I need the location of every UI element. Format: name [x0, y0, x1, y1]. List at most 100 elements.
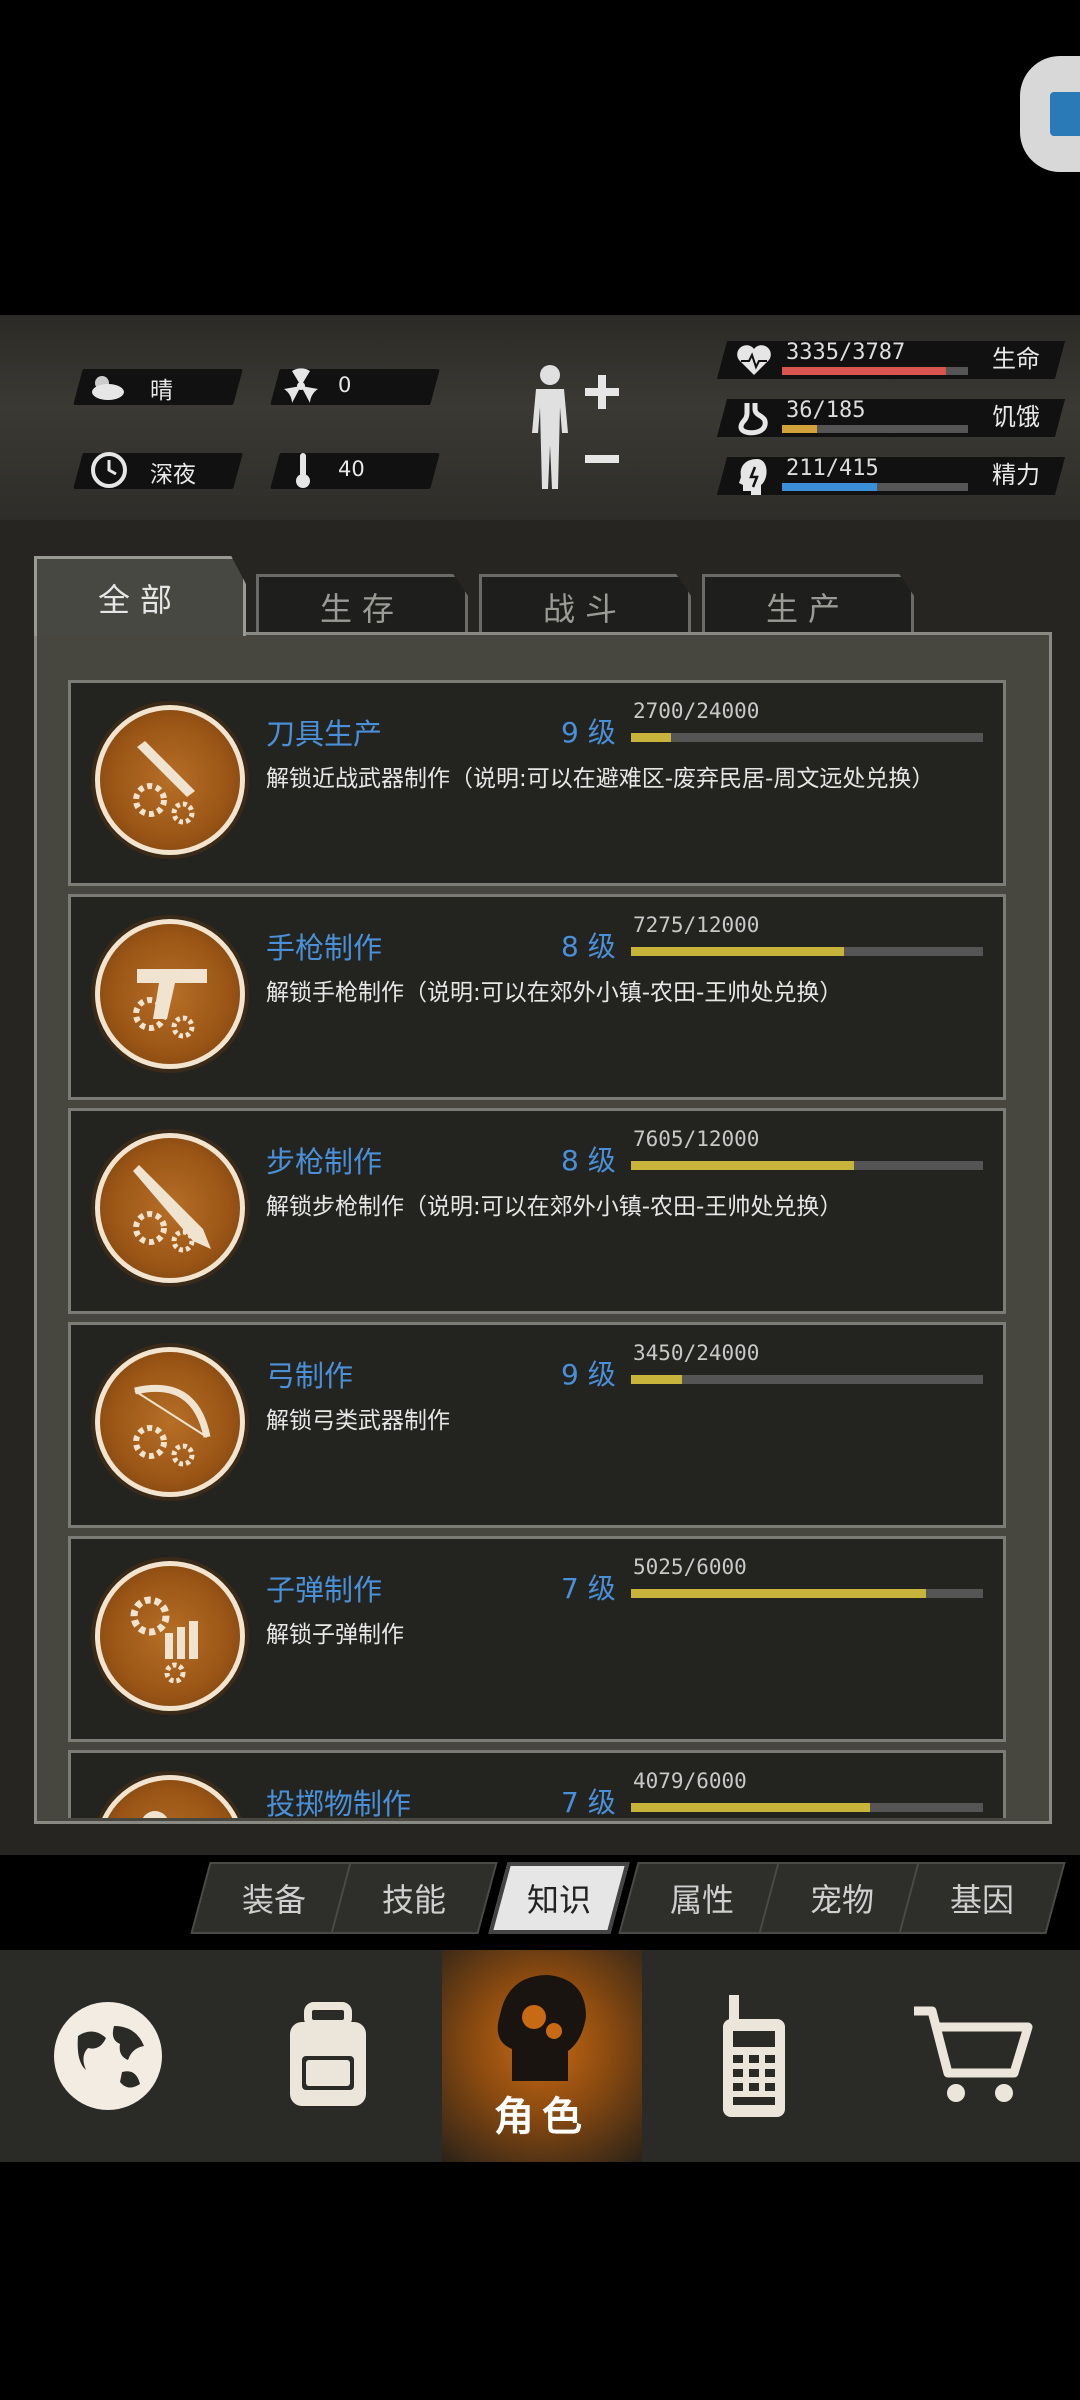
list-item[interactable]: 刀具生产 9 级 2700/24000 解锁近战武器制作（说明:可以在避难区-废… — [68, 680, 1006, 886]
skill-progress-bar — [631, 947, 983, 956]
tab-genes-label: 基因 — [949, 1881, 1014, 1919]
hunger-track — [782, 425, 968, 433]
brain-icon — [739, 459, 767, 495]
skill-level: 9 级 — [561, 716, 616, 749]
skill-progress-fill — [631, 947, 845, 956]
weather-value: 晴 — [150, 378, 173, 404]
nav-radio[interactable] — [646, 1950, 862, 2162]
nav-shop[interactable] — [866, 1950, 1080, 2162]
hunger-fill — [782, 425, 818, 433]
skill-progress-fill — [631, 733, 671, 742]
nav-character-label: 角色 — [494, 2094, 590, 2140]
tab-production[interactable]: 生产 — [702, 574, 914, 636]
skill-level: 7 级 — [561, 1572, 616, 1605]
bullet-gear-icon — [95, 1561, 245, 1711]
list-item[interactable]: 手枪制作 8 级 7275/12000 解锁手枪制作（说明:可以在郊外小镇-农田… — [68, 894, 1006, 1100]
list-item[interactable]: 步枪制作 8 级 7605/12000 解锁步枪制作（说明:可以在郊外小镇-农田… — [68, 1108, 1006, 1314]
skill-name: 刀具生产 — [266, 717, 383, 751]
heart-icon — [737, 345, 771, 375]
tab-combat[interactable]: 战斗 — [479, 574, 691, 636]
time-of-day-value: 深夜 — [150, 462, 196, 488]
skill-level: 7 级 — [561, 1786, 616, 1818]
tab-pets-label: 宠物 — [809, 1881, 874, 1919]
skill-progress-bar — [631, 1161, 983, 1170]
grenade-gear-icon — [95, 1775, 245, 1818]
skill-progress-text: 3450/24000 — [633, 1341, 760, 1365]
tab-genes[interactable]: 基因 — [898, 1862, 1066, 1934]
decrease-button[interactable] — [585, 455, 619, 463]
list-item[interactable]: 弓制作 9 级 3450/24000 解锁弓类武器制作 — [68, 1322, 1006, 1528]
list-item[interactable]: 投掷物制作 7 级 4079/6000 — [68, 1750, 1006, 1818]
increase-button[interactable] — [585, 375, 619, 409]
radiation-icon — [284, 368, 318, 403]
globe-icon — [54, 2002, 162, 2110]
energy-value: 211/415 — [786, 456, 879, 481]
skill-level: 8 级 — [561, 1144, 616, 1177]
list-item[interactable]: 子弹制作 7 级 5025/6000 解锁子弹制作 — [68, 1536, 1006, 1742]
walkie-talkie-icon — [723, 1995, 785, 2117]
skill-progress-text: 2700/24000 — [633, 699, 760, 723]
rifle-gear-icon — [95, 1133, 245, 1283]
skill-description: 解锁手枪制作（说明:可以在郊外小镇-农田-王帅处兑换） — [266, 980, 843, 1006]
health-label: 生命 — [992, 345, 1040, 373]
clock-icon — [91, 452, 127, 488]
skill-name: 弓制作 — [266, 1359, 354, 1393]
skill-progress-text: 4079/6000 — [633, 1769, 747, 1793]
tab-knowledge-label: 知识 — [526, 1881, 591, 1919]
energy-label: 精力 — [992, 461, 1040, 489]
shopping-cart-icon — [914, 2006, 1033, 2102]
body-figure-icon[interactable] — [520, 363, 580, 493]
health-track — [782, 367, 968, 375]
floating-assist-button[interactable] — [1020, 56, 1080, 172]
health-value: 3335/3787 — [786, 340, 906, 365]
skill-description: 解锁步枪制作（说明:可以在郊外小镇-农田-王帅处兑换） — [266, 1194, 843, 1220]
temperature-value: 40 — [338, 457, 365, 481]
status-header: 晴 0 深夜 40 3335/3787 生命 36/185 饥饿 211/415… — [0, 315, 1080, 520]
skill-progress-text: 5025/6000 — [633, 1555, 747, 1579]
skill-progress-bar — [631, 1803, 983, 1812]
skill-name: 手枪制作 — [266, 931, 383, 965]
skill-progress-fill — [631, 1161, 855, 1170]
radiation-value: 0 — [338, 373, 352, 397]
hunger-value: 36/185 — [786, 398, 866, 423]
bottom-navigation: 角色 — [0, 1950, 1080, 2162]
skill-name: 子弹制作 — [266, 1573, 383, 1607]
skill-progress-bar — [631, 1589, 983, 1598]
skill-progress-fill — [631, 1589, 926, 1598]
bow-gear-icon — [95, 1347, 245, 1497]
skill-level: 8 级 — [561, 930, 616, 963]
skill-progress-text: 7275/12000 — [633, 913, 760, 937]
knife-gear-icon — [95, 705, 245, 855]
stomach-icon — [738, 403, 768, 436]
skill-description: 解锁近战武器制作（说明:可以在避难区-废弃民居-周文远处兑换） — [266, 766, 935, 792]
tab-equipment-label: 装备 — [241, 1881, 306, 1919]
backpack-icon — [290, 2002, 366, 2106]
nav-map[interactable] — [0, 1950, 216, 2162]
skill-progress-bar — [631, 1375, 983, 1384]
tab-all[interactable]: 全部 — [34, 556, 246, 636]
skill-progress-fill — [631, 1803, 871, 1812]
skill-description: 解锁子弹制作 — [266, 1622, 404, 1648]
skill-progress-text: 7605/12000 — [633, 1127, 760, 1151]
skill-name: 投掷物制作 — [266, 1787, 412, 1818]
skill-list[interactable]: 刀具生产 9 级 2700/24000 解锁近战武器制作（说明:可以在避难区-废… — [68, 680, 1006, 1818]
pistol-gear-icon — [95, 919, 245, 1069]
tab-attributes-label: 属性 — [669, 1881, 734, 1919]
nav-character[interactable]: 角色 — [442, 1950, 642, 2162]
tab-skills-label: 技能 — [381, 1881, 446, 1919]
energy-track — [782, 483, 968, 491]
energy-fill — [782, 483, 877, 491]
tab-knowledge[interactable]: 知识 — [488, 1862, 630, 1934]
skill-description: 解锁弓类武器制作 — [266, 1408, 450, 1434]
skill-name: 步枪制作 — [266, 1145, 383, 1179]
nav-backpack[interactable] — [220, 1950, 436, 2162]
tab-skills[interactable]: 技能 — [330, 1862, 498, 1934]
health-fill — [782, 367, 946, 375]
skill-progress-fill — [631, 1375, 682, 1384]
skill-progress-bar — [631, 733, 983, 742]
cube-icon — [1050, 92, 1080, 136]
cloud-sun-icon — [92, 376, 124, 400]
tab-survival[interactable]: 生存 — [256, 574, 468, 636]
thermometer-icon — [296, 453, 310, 488]
skill-level: 9 级 — [561, 1358, 616, 1391]
